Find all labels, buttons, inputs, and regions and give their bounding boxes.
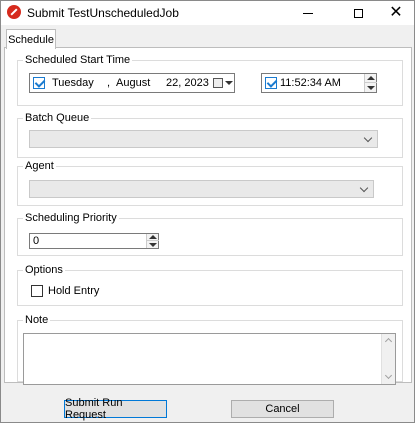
date-day-year: 22, 2023 [166, 77, 209, 89]
minimize-button[interactable] [290, 1, 326, 25]
date-weekday: Tuesday [52, 77, 94, 89]
spin-down-icon[interactable] [149, 243, 157, 247]
batch-queue-combo[interactable] [29, 130, 378, 148]
spin-up-icon[interactable] [149, 235, 157, 239]
scheduling-priority-value: 0 [33, 235, 40, 247]
maximize-button[interactable] [340, 1, 376, 25]
calendar-icon[interactable] [213, 78, 223, 88]
app-logo-icon [7, 5, 21, 19]
agent-label: Agent [23, 159, 56, 173]
date-separator: , [107, 77, 111, 89]
schedule-tab-page: Scheduled Start Time Tuesday , August 22… [4, 47, 412, 385]
tab-schedule[interactable]: Schedule [6, 29, 56, 49]
spin-divider [147, 240, 159, 241]
options-group: Options Hold Entry [17, 263, 403, 306]
batch-queue-group: Batch Queue [17, 111, 403, 158]
start-time-picker[interactable]: 11:52:34 AM [261, 73, 377, 93]
note-scrollbar[interactable] [381, 334, 395, 384]
batch-queue-label: Batch Queue [23, 111, 92, 125]
spin-divider [365, 82, 377, 83]
note-group: Note [17, 313, 403, 385]
start-date-checkbox[interactable] [33, 77, 45, 89]
agent-group: Agent [17, 159, 403, 206]
note-label: Note [23, 313, 51, 327]
start-time-checkbox[interactable] [265, 77, 277, 89]
scroll-down-icon[interactable] [384, 371, 393, 380]
submit-run-request-button[interactable]: Submit Run Request [64, 397, 167, 421]
close-icon: ✕ [389, 4, 403, 21]
hold-entry-checkbox[interactable] [31, 285, 43, 297]
agent-combo[interactable] [29, 180, 374, 198]
cancel-button-label: Cancel [265, 403, 300, 415]
scheduling-priority-label: Scheduling Priority [23, 211, 119, 225]
cancel-button[interactable]: Cancel [231, 400, 334, 418]
title-bar[interactable]: Submit TestUnscheduledJob ✕ [1, 1, 414, 25]
hold-entry-label: Hold Entry [48, 285, 100, 297]
maximize-icon [353, 8, 363, 18]
start-date-picker[interactable]: Tuesday , August 22, 2023 [29, 73, 235, 93]
minimize-icon [303, 12, 313, 14]
time-value: 11:52:34 AM [280, 77, 341, 89]
date-month: August [116, 77, 151, 89]
spin-up-icon[interactable] [367, 76, 375, 80]
time-spinner[interactable] [364, 74, 377, 92]
window-title: Submit TestUnscheduledJob [27, 6, 179, 20]
submit-button-label: Submit Run Request [65, 397, 123, 421]
dropdown-arrow-icon[interactable] [225, 81, 233, 85]
close-button[interactable]: ✕ [378, 1, 414, 25]
scheduling-priority-input[interactable]: 0 [29, 233, 159, 249]
chevron-down-icon[interactable] [359, 183, 369, 193]
options-label: Options [23, 263, 65, 277]
scroll-up-icon[interactable] [384, 337, 393, 346]
scheduling-priority-group: Scheduling Priority 0 [17, 211, 403, 256]
tab-schedule-label: Schedule [8, 33, 54, 46]
spin-down-icon[interactable] [367, 86, 375, 90]
chevron-down-icon[interactable] [363, 133, 373, 143]
note-textarea[interactable] [23, 333, 396, 385]
priority-spinner[interactable] [146, 234, 159, 248]
scheduled-start-group: Scheduled Start Time Tuesday , August 22… [17, 53, 403, 106]
dialog-window: Submit TestUnscheduledJob ✕ Schedule Sch… [0, 0, 415, 423]
scheduled-start-label: Scheduled Start Time [23, 53, 133, 67]
